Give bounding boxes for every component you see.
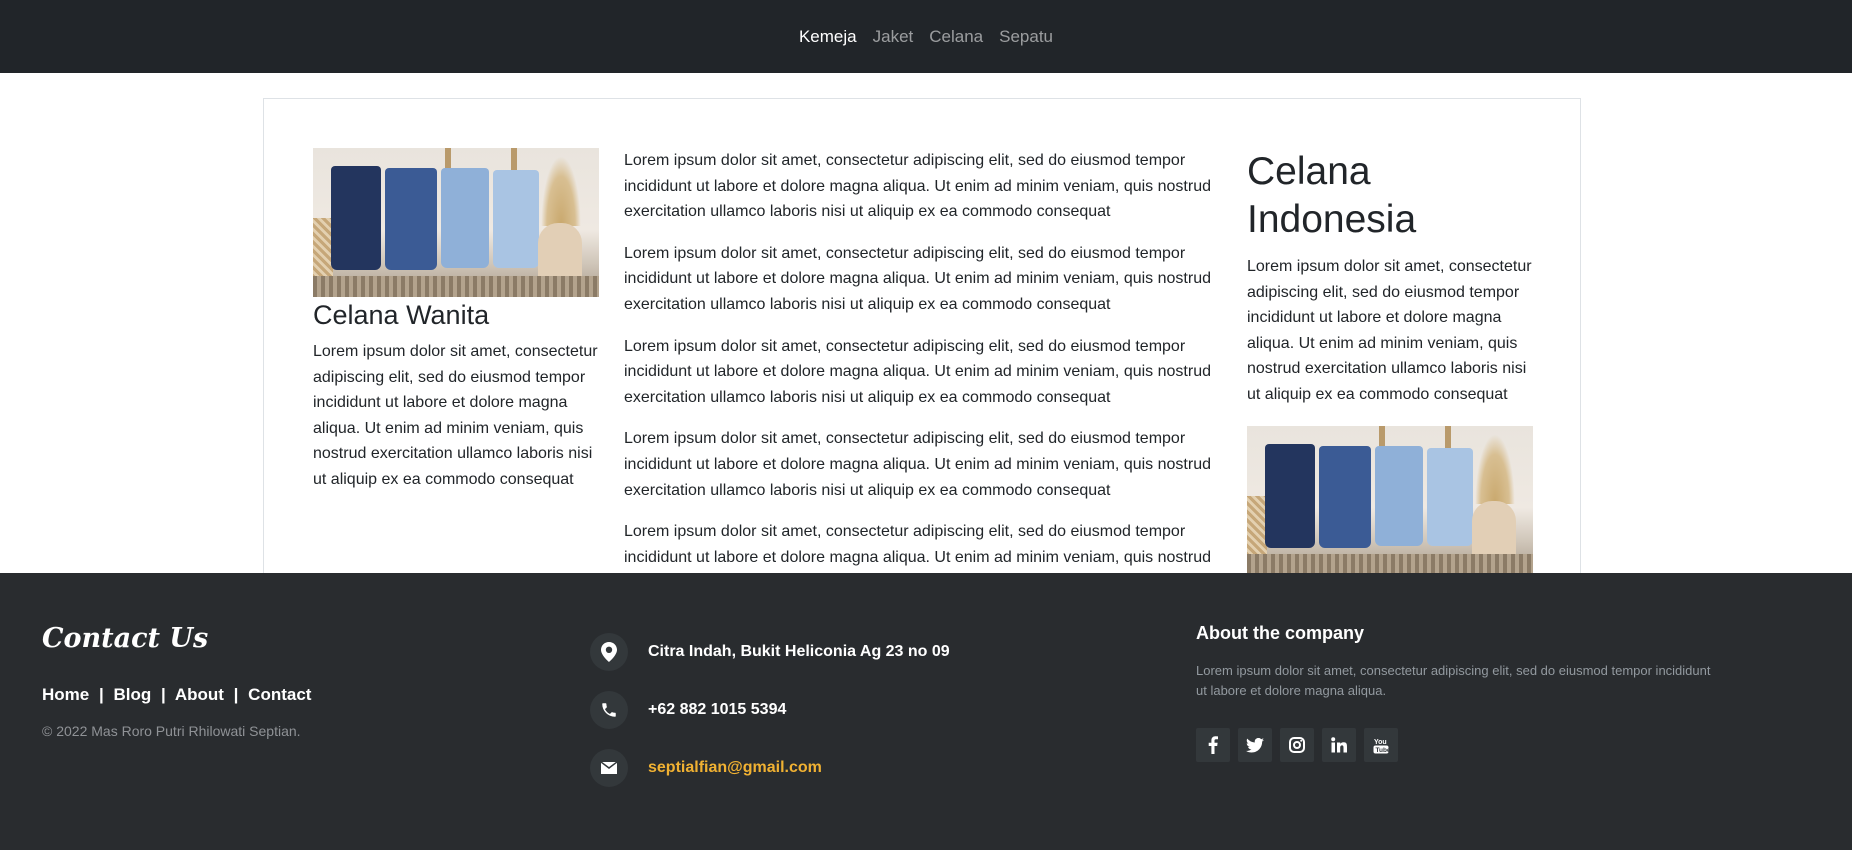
nav-link-kemeja[interactable]: Kemeja	[791, 27, 865, 47]
separator: |	[233, 685, 239, 704]
phone-row: +62 882 1015 5394	[590, 691, 786, 729]
phone-text: +62 882 1015 5394	[648, 701, 787, 718]
footer-link-home[interactable]: Home	[42, 685, 89, 704]
nav-link-sepatu[interactable]: Sepatu	[991, 27, 1061, 47]
address-text: Citra Indah, Bukit Heliconia Ag 23 no 09	[648, 643, 950, 660]
footer: Contact Us Home | Blog | About | Contact…	[0, 573, 1852, 850]
copyright: © 2022 Mas Roro Putri Rhilowati Septian.	[42, 723, 301, 739]
email-row: septialfian@gmail.com	[590, 749, 822, 787]
twitter-icon[interactable]	[1238, 728, 1272, 762]
about-title: About the company	[1196, 623, 1365, 643]
nav-links: Kemeja Jaket Celana Sepatu	[0, 0, 1852, 73]
paragraph: Lorem ipsum dolor sit amet, consectetur …	[624, 523, 1211, 566]
paragraph: Lorem ipsum dolor sit amet, consectetur …	[624, 244, 1211, 313]
paragraph: Lorem ipsum dolor sit amet, consectetur …	[624, 430, 1211, 499]
footer-links: Home | Blog | About | Contact	[42, 685, 311, 705]
instagram-icon[interactable]	[1280, 728, 1314, 762]
address-row: Citra Indah, Bukit Heliconia Ag 23 no 09	[590, 633, 950, 671]
envelope-icon	[590, 749, 628, 787]
footer-link-blog[interactable]: Blog	[113, 685, 151, 704]
paragraph: Lorem ipsum dolor sit amet, consectetur …	[624, 337, 1211, 406]
footer-link-about[interactable]: About	[175, 685, 224, 704]
separator: |	[160, 685, 166, 704]
about-text: Lorem ipsum dolor sit amet, consectetur …	[1196, 663, 1711, 698]
email-link[interactable]: septialfian@gmail.com	[648, 759, 822, 777]
facebook-icon[interactable]	[1196, 728, 1230, 762]
svg-text:Tube: Tube	[1376, 747, 1390, 754]
top-navbar: Kemeja Jaket Celana Sepatu	[0, 0, 1852, 73]
celana-indonesia-heading: Celana Indonesia	[1247, 150, 1417, 241]
celana-wanita-heading: Celana Wanita	[313, 300, 490, 330]
map-marker-icon	[590, 633, 628, 671]
left-column: Celana Wanita Lorem ipsum dolor sit amet…	[313, 148, 600, 493]
right-column: Celana Indonesia Lorem ipsum dolor sit a…	[1247, 148, 1537, 575]
jeans-photo	[1247, 425, 1533, 575]
nav-link-jaket[interactable]: Jaket	[865, 27, 922, 47]
celana-indonesia-text: Lorem ipsum dolor sit amet, consectetur …	[1247, 258, 1532, 403]
linkedin-icon[interactable]	[1322, 728, 1356, 762]
nav-link-celana[interactable]: Celana	[921, 27, 991, 47]
svg-text:You: You	[1374, 739, 1387, 746]
jeans-photo	[313, 148, 599, 297]
footer-link-contact[interactable]: Contact	[248, 685, 311, 704]
content-card: Celana Wanita Lorem ipsum dolor sit amet…	[263, 98, 1581, 618]
phone-icon	[590, 691, 628, 729]
footer-brand: Contact Us	[42, 623, 209, 654]
youtube-icon[interactable]: You Tube	[1364, 728, 1398, 762]
separator: |	[98, 685, 104, 704]
paragraph: Lorem ipsum dolor sit amet, consectetur …	[624, 152, 1211, 221]
social-links: You Tube	[1196, 728, 1398, 762]
celana-wanita-text: Lorem ipsum dolor sit amet, consectetur …	[313, 343, 598, 488]
middle-column: Lorem ipsum dolor sit amet, consectetur …	[624, 148, 1219, 586]
